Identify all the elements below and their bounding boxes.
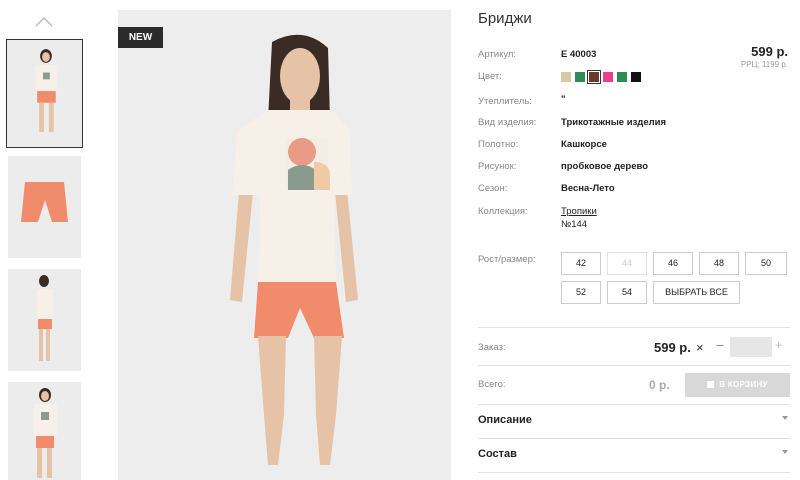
color-swatch[interactable] [631, 72, 641, 82]
size-54-button[interactable]: 54 [607, 281, 647, 304]
chevron-down-icon [782, 416, 788, 420]
article-value: Е 40003 [561, 49, 597, 60]
collection-number: №144 [561, 219, 588, 230]
product-title: Бриджи [478, 10, 532, 27]
size-46-button[interactable]: 46 [653, 252, 693, 275]
order-label: Заказ: [478, 342, 506, 353]
color-label: Цвет: [478, 71, 502, 82]
size-52-button[interactable]: 52 [561, 281, 601, 304]
accordion-composition[interactable]: Состав [478, 440, 790, 468]
accordion-composition-label: Состав [478, 448, 517, 460]
divider [478, 472, 790, 473]
chevron-down-icon [782, 450, 788, 454]
pattern-value: пробковое дерево [561, 161, 649, 172]
product-price: 599 р. [751, 44, 788, 59]
thumbnail-1[interactable] [6, 39, 83, 148]
select-all-sizes-button[interactable]: ВЫБРАТЬ ВСЕ [653, 281, 740, 304]
color-swatches [561, 70, 641, 84]
color-swatch[interactable] [587, 70, 601, 84]
fabric-label: Полотно: [478, 139, 519, 150]
cart-icon [707, 381, 715, 388]
total-price: 0 р. [649, 378, 670, 392]
thumbnail-gallery [0, 0, 90, 480]
insulation-label: Утеплитель: [478, 96, 532, 107]
season-value: Весна-Лето [561, 183, 615, 194]
size-48-button[interactable]: 48 [699, 252, 739, 275]
increase-quantity-button[interactable]: + [775, 338, 782, 352]
chevron-up-icon[interactable] [34, 14, 54, 28]
size-label: Рост/размер: [478, 254, 536, 265]
main-product-photo[interactable] [118, 10, 451, 480]
thumbnail-4[interactable] [8, 382, 81, 480]
season-label: Сезон: [478, 183, 508, 194]
divider [478, 404, 790, 405]
collection-label: Коллекция: [478, 206, 528, 217]
divider [478, 365, 790, 366]
times-icon: × [696, 340, 704, 355]
color-swatch[interactable] [561, 72, 571, 82]
fabric-value: Кашкорсе [561, 139, 607, 150]
divider [478, 438, 790, 439]
add-to-cart-label: В КОРЗИНУ [719, 380, 768, 389]
accordion-description-label: Описание [478, 414, 532, 426]
size-44-button[interactable]: 44 [607, 252, 647, 275]
divider [478, 327, 790, 328]
kind-value: Трикотажные изделия [561, 117, 667, 128]
add-to-cart-button[interactable]: В КОРЗИНУ [685, 373, 790, 397]
color-swatch[interactable] [603, 72, 613, 82]
article-label: Артикул: [478, 49, 517, 60]
color-swatch[interactable] [617, 72, 627, 82]
color-swatch[interactable] [575, 72, 585, 82]
kind-label: Вид изделия: [478, 117, 537, 128]
thumbnail-2[interactable] [8, 156, 81, 258]
order-price: 599 р. [654, 340, 691, 355]
thumbnail-3[interactable] [8, 269, 81, 371]
size-50-button[interactable]: 50 [745, 252, 787, 275]
collection-link[interactable]: Тропики [561, 206, 597, 217]
size-42-button[interactable]: 42 [561, 252, 601, 275]
total-label: Всего: [478, 379, 506, 390]
pattern-label: Рисунок: [478, 161, 517, 172]
rrp-price: РРЦ: 1199 р. [740, 60, 788, 69]
new-badge: NEW [118, 27, 163, 48]
product-info-panel: Бриджи Артикул: Е 40003 599 р. РРЦ: 1199… [478, 0, 790, 480]
quantity-input[interactable] [730, 337, 772, 357]
insulation-value: " [561, 94, 566, 105]
decrease-quantity-button[interactable]: − [716, 337, 724, 353]
accordion-description[interactable]: Описание [478, 406, 790, 434]
